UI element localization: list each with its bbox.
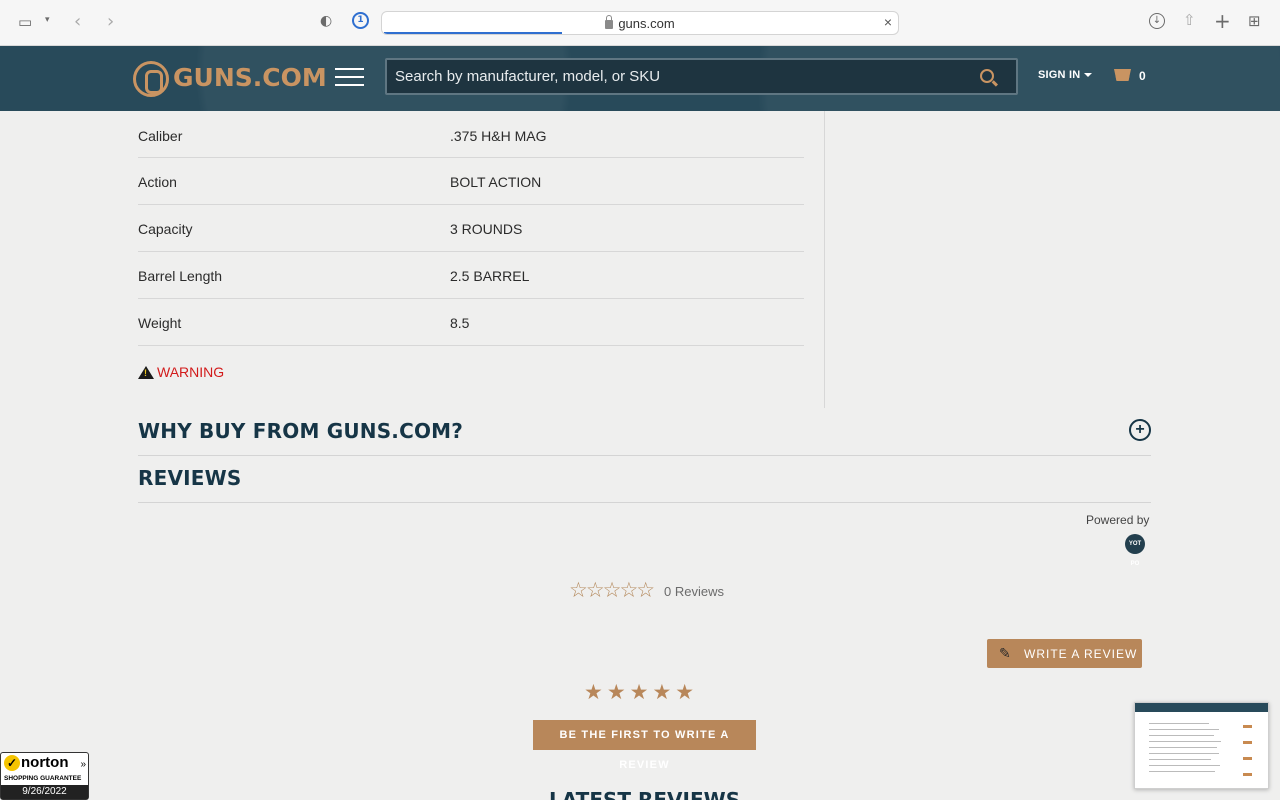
- spec-label: Weight: [138, 315, 182, 331]
- checkmark-icon: ✓: [4, 755, 20, 771]
- thumbnail-line: [1149, 759, 1211, 760]
- expand-plus-icon[interactable]: +: [1129, 419, 1151, 441]
- address-bar[interactable]: guns.com ×: [381, 11, 899, 35]
- thumbnail-button: [1243, 741, 1252, 744]
- spec-label: Barrel Length: [138, 268, 223, 284]
- search-input[interactable]: Search by manufacturer, model, or SKU: [385, 58, 1018, 95]
- chevron-down-icon: [1084, 73, 1093, 78]
- thumbnail-line: [1149, 747, 1217, 748]
- search-icon[interactable]: [980, 69, 994, 83]
- warning-label: WARNING: [157, 364, 225, 380]
- thumbnail-line: [1149, 735, 1214, 736]
- sign-in-label: SIGN IN: [1038, 69, 1081, 81]
- yotpo-logo-icon[interactable]: YOT PO: [1125, 534, 1145, 567]
- write-review-button[interactable]: ✎ WRITE A REVIEW: [987, 639, 1142, 668]
- divider: [138, 502, 1151, 503]
- column-divider: [824, 111, 825, 408]
- spec-label: Action: [138, 174, 177, 190]
- spec-label: Capacity: [138, 221, 193, 237]
- warning-link[interactable]: WARNING: [138, 364, 224, 380]
- chevron-down-icon[interactable]: ▾: [45, 15, 50, 25]
- write-review-label: WRITE A REVIEW: [1024, 647, 1138, 661]
- page-load-progress: [384, 32, 562, 34]
- sidebar-icon[interactable]: ▭: [18, 13, 32, 31]
- powered-by-label: Powered by: [1086, 513, 1150, 527]
- norton-subtitle: SHOPPING GUARANTEE: [4, 775, 82, 782]
- spec-table: Caliber .375 H&H MAG Action BOLT ACTION …: [138, 111, 804, 346]
- latest-reviews-heading: LATEST REVIEWS: [549, 788, 741, 800]
- thumbnail-line: [1149, 753, 1219, 754]
- thumbnail-header: [1135, 703, 1268, 712]
- spec-row: Barrel Length 2.5 BARREL: [138, 252, 804, 299]
- site-logo-text[interactable]: GUNS.COM: [173, 63, 327, 92]
- thumbnail-button: [1243, 725, 1252, 728]
- thumbnail-line: [1149, 765, 1220, 766]
- new-tab-icon[interactable]: +: [1214, 9, 1231, 33]
- rating-stars-empty: ☆☆☆☆☆: [569, 578, 655, 602]
- site-header: GUNS.COM Search by manufacturer, model, …: [0, 46, 1280, 111]
- spec-value: .375 H&H MAG: [450, 128, 547, 144]
- browser-toolbar: ▭ ▾ ‹ › ◐ 1 guns.com × ↓ ⇧ + ⊞: [0, 0, 1280, 46]
- forward-icon[interactable]: ›: [107, 11, 114, 32]
- pencil-icon: ✎: [999, 646, 1012, 662]
- thumbnail-line: [1149, 729, 1219, 730]
- rate-stars[interactable]: ★★★★★: [584, 680, 698, 704]
- page-thumbnail-preview[interactable]: [1134, 702, 1269, 789]
- downloads-icon[interactable]: ↓: [1149, 13, 1165, 29]
- norton-badge[interactable]: ✓ norton » SHOPPING GUARANTEE 9/26/2022: [0, 752, 89, 800]
- back-icon[interactable]: ‹: [74, 11, 81, 32]
- search-placeholder: Search by manufacturer, model, or SKU: [395, 68, 661, 85]
- reviews-count[interactable]: 0 Reviews: [664, 584, 724, 599]
- guns-logo-icon[interactable]: [133, 61, 169, 97]
- norton-brand: norton: [21, 754, 69, 771]
- warning-icon: [138, 366, 154, 379]
- menu-icon[interactable]: [335, 68, 364, 86]
- sign-in-button[interactable]: SIGN IN: [1038, 69, 1093, 81]
- url-text: guns.com: [618, 16, 675, 31]
- spec-label: Caliber: [138, 128, 183, 144]
- cart-count: 0: [1139, 69, 1146, 83]
- stop-loading-icon[interactable]: ×: [884, 14, 892, 30]
- spec-row: Capacity 3 ROUNDS: [138, 205, 804, 252]
- chevron-right-icon: »: [80, 759, 86, 770]
- tab-overview-icon[interactable]: ⊞: [1248, 12, 1261, 30]
- password-manager-icon[interactable]: 1: [352, 12, 369, 29]
- reviews-heading: REVIEWS: [138, 466, 242, 490]
- thumbnail-line: [1149, 723, 1209, 724]
- cart-icon: [1114, 69, 1131, 81]
- spec-row: Caliber .375 H&H MAG: [138, 111, 804, 158]
- share-icon[interactable]: ⇧: [1183, 11, 1196, 29]
- norton-date: 9/26/2022: [1, 785, 88, 799]
- spec-row: Weight 8.5: [138, 299, 804, 346]
- spec-value: 3 ROUNDS: [450, 221, 523, 237]
- thumbnail-button: [1243, 757, 1252, 760]
- thumbnail-line: [1149, 741, 1221, 742]
- spec-value: 8.5: [450, 315, 470, 331]
- thumbnail-button: [1243, 773, 1252, 776]
- spec-row: Action BOLT ACTION: [138, 158, 804, 205]
- thumbnail-line: [1149, 771, 1215, 772]
- lock-icon: [605, 15, 614, 29]
- first-review-button[interactable]: BE THE FIRST TO WRITE A REVIEW: [533, 720, 756, 771]
- why-buy-heading[interactable]: WHY BUY FROM GUNS.COM?: [138, 419, 463, 443]
- spec-value: 2.5 BARREL: [450, 268, 530, 284]
- privacy-shield-icon[interactable]: ◐: [320, 13, 332, 29]
- spec-value: BOLT ACTION: [450, 174, 542, 190]
- divider: [138, 455, 1151, 456]
